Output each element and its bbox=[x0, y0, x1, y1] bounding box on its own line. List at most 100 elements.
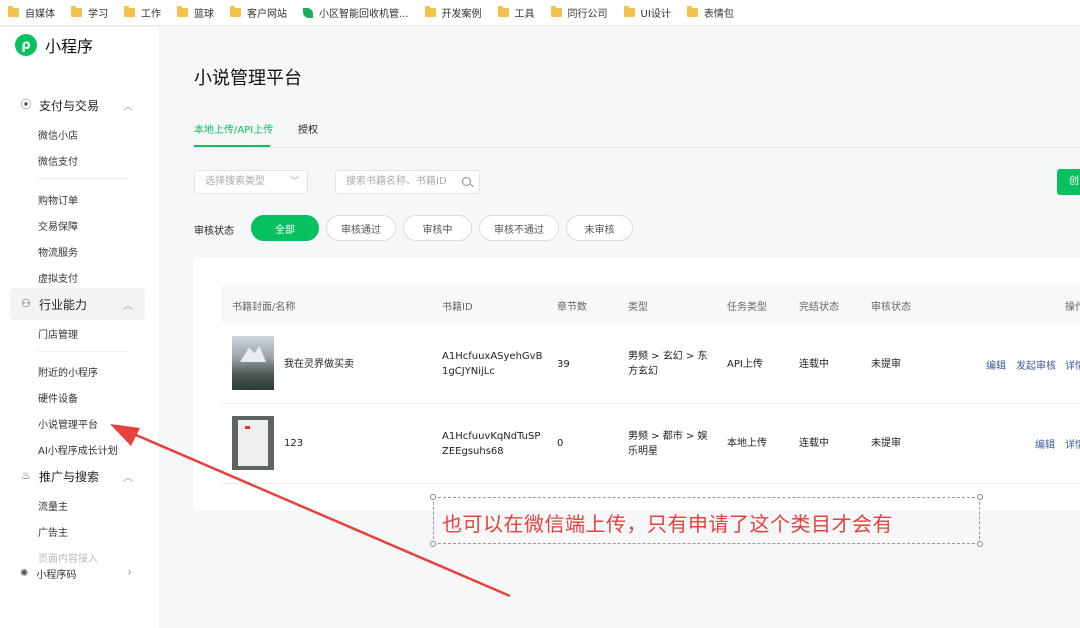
folder-icon bbox=[71, 6, 82, 17]
bookmark-item[interactable]: 自媒体 bbox=[8, 5, 55, 20]
sidebar-item-guarantee[interactable]: 交易保障 bbox=[38, 218, 78, 233]
book-type: 男频 > 都市 > 娱乐明星 bbox=[628, 431, 708, 457]
filter-reviewing[interactable]: 审核中 bbox=[403, 215, 472, 241]
resize-handle[interactable] bbox=[430, 494, 436, 500]
sidebar-footer-qrcode[interactable]: ✺ 小程序码 › bbox=[20, 565, 140, 581]
edit-link[interactable]: 编辑 bbox=[986, 357, 1006, 372]
sidebar-item-virtual-pay[interactable]: 虚拟支付 bbox=[38, 270, 78, 285]
resize-handle[interactable] bbox=[977, 541, 983, 547]
industry-icon: ⚇ bbox=[21, 297, 31, 310]
brand-name: 小程序 bbox=[45, 37, 94, 56]
filter-label: 审核状态 bbox=[194, 226, 234, 237]
folder-icon bbox=[177, 6, 188, 17]
book-type: 男频 > 玄幻 > 东方玄幻 bbox=[628, 351, 708, 377]
sidebar-item-traffic-owner[interactable]: 流量主 bbox=[38, 498, 68, 513]
bookmark-item[interactable]: UI设计 bbox=[623, 5, 671, 20]
table-header bbox=[221, 285, 1080, 323]
chapter-count: 39 bbox=[557, 359, 570, 370]
finish-status: 连载中 bbox=[799, 438, 829, 449]
resize-handle[interactable] bbox=[977, 494, 983, 500]
column-header: 书籍封面/名称 bbox=[232, 302, 296, 313]
folder-icon bbox=[497, 6, 509, 17]
bookmark-item[interactable]: 学习 bbox=[71, 5, 108, 20]
sidebar-item-logistics[interactable]: 物流服务 bbox=[38, 244, 78, 259]
folder-icon bbox=[424, 6, 436, 17]
finish-status: 连载中 bbox=[799, 359, 829, 370]
edit-link[interactable]: 编辑 bbox=[1035, 436, 1055, 451]
task-type: 本地上传 bbox=[727, 438, 767, 449]
sidebar-item-novel-platform[interactable]: 小说管理平台 bbox=[38, 416, 98, 431]
book-cover-image bbox=[232, 336, 274, 390]
column-header: 类型 bbox=[628, 302, 648, 313]
column-header: 书籍ID bbox=[442, 302, 473, 313]
detail-link[interactable]: 详情 bbox=[1065, 357, 1080, 372]
sidebar-item-stores[interactable]: 门店管理 bbox=[38, 326, 78, 341]
filter-rejected[interactable]: 审核不通过 bbox=[479, 215, 559, 241]
page-title: 小说管理平台 bbox=[194, 68, 302, 89]
book-id: A1HcfuuxASyehGvB 1gCJYNijLc bbox=[442, 351, 543, 377]
divider bbox=[38, 351, 128, 352]
tab-local-upload[interactable]: 本地上传/API上传 bbox=[194, 121, 273, 136]
chevron-up-icon: ︿ bbox=[123, 301, 133, 312]
bookmark-item[interactable]: 开发案例 bbox=[424, 5, 482, 20]
brand-logo[interactable]: ρ 小程序 bbox=[15, 33, 93, 57]
sidebar-item-orders[interactable]: 购物订单 bbox=[38, 192, 78, 207]
chapter-count: 0 bbox=[557, 438, 564, 449]
tab-authorization[interactable]: 授权 bbox=[298, 121, 318, 136]
bookmark-item[interactable]: 篮球 bbox=[177, 5, 214, 20]
search-type-select[interactable]: 选择搜索类型 ﹀ bbox=[194, 170, 308, 194]
leaf-icon bbox=[303, 7, 313, 18]
task-type: API上传 bbox=[727, 359, 763, 370]
mini-program-icon: ρ bbox=[15, 34, 37, 56]
filter-approved[interactable]: 审核通过 bbox=[326, 215, 396, 241]
promotion-icon: ♨ bbox=[21, 469, 31, 482]
column-header: 任务类型 bbox=[727, 302, 767, 313]
search-input[interactable]: 搜索书籍名称、书籍ID bbox=[335, 170, 480, 194]
book-cover-image bbox=[232, 416, 274, 470]
bookmark-item[interactable]: 同行公司 bbox=[550, 5, 608, 20]
chevron-up-icon: ︿ bbox=[123, 473, 133, 484]
sidebar-item-page-content[interactable]: 页面内容接入 bbox=[38, 550, 98, 565]
folder-icon bbox=[8, 6, 19, 17]
folder-icon bbox=[550, 6, 562, 17]
bookmarks-bar: 自媒体 学习 工作 篮球 客户网站 小区智能回收机管... 开发案例 工具 同行… bbox=[0, 0, 1080, 26]
qrcode-icon: ✺ bbox=[20, 568, 29, 579]
review-status: 未提审 bbox=[871, 438, 901, 449]
column-header: 章节数 bbox=[557, 302, 587, 313]
resize-handle[interactable] bbox=[430, 541, 436, 547]
submit-review-link[interactable]: 发起审核 bbox=[1016, 357, 1056, 372]
filter-all[interactable]: 全部 bbox=[251, 215, 319, 241]
payment-icon: ⦿ bbox=[20, 98, 32, 111]
folder-icon bbox=[124, 6, 135, 17]
column-header: 审核状态 bbox=[871, 302, 911, 313]
bookmark-item[interactable]: 小区智能回收机管... bbox=[303, 5, 409, 20]
bookmark-item[interactable]: 工作 bbox=[124, 5, 161, 20]
folder-icon bbox=[686, 6, 698, 17]
bookmark-item[interactable]: 客户网站 bbox=[230, 5, 287, 20]
search-icon bbox=[462, 177, 471, 186]
row-divider bbox=[221, 403, 1080, 404]
nav-group-industry[interactable]: ⚇ 行业能力 ︿ bbox=[10, 288, 145, 320]
sidebar-item-advertiser[interactable]: 广告主 bbox=[38, 524, 68, 539]
review-status: 未提审 bbox=[871, 359, 901, 370]
book-id: A1HcfuuvKqNdTuSP ZEEgsuhs68 bbox=[442, 431, 541, 457]
sidebar-item-hardware[interactable]: 硬件设备 bbox=[38, 390, 78, 405]
folder-icon bbox=[230, 6, 241, 17]
nav-group-promotion[interactable]: ♨ 推广与搜索 ︿ bbox=[10, 460, 145, 492]
column-header: 操作 bbox=[1065, 302, 1080, 313]
column-header: 完结状态 bbox=[799, 302, 839, 313]
sidebar-item-nearby[interactable]: 附近的小程序 bbox=[38, 364, 98, 379]
bookmark-item[interactable]: 工具 bbox=[497, 5, 535, 20]
chevron-right-icon: › bbox=[127, 565, 132, 579]
sidebar-item-ai-growth[interactable]: AI小程序成长计划 bbox=[38, 442, 118, 457]
nav-group-payment[interactable]: ⦿ 支付与交易 ︿ bbox=[10, 89, 145, 121]
filter-unreviewed[interactable]: 未审核 bbox=[566, 215, 633, 241]
divider bbox=[38, 178, 128, 179]
sidebar-item-wechat-shop[interactable]: 微信小店 bbox=[38, 127, 78, 142]
bookmark-item[interactable]: 表情包 bbox=[686, 5, 734, 20]
book-name: 123 bbox=[284, 438, 304, 449]
annotation-text: 也可以在微信端上传，只有申请了这个类目才会有 bbox=[442, 512, 893, 536]
sidebar-item-wechat-pay[interactable]: 微信支付 bbox=[38, 153, 78, 168]
create-button[interactable]: 创 bbox=[1057, 169, 1080, 195]
detail-link[interactable]: 详情 bbox=[1065, 436, 1080, 451]
